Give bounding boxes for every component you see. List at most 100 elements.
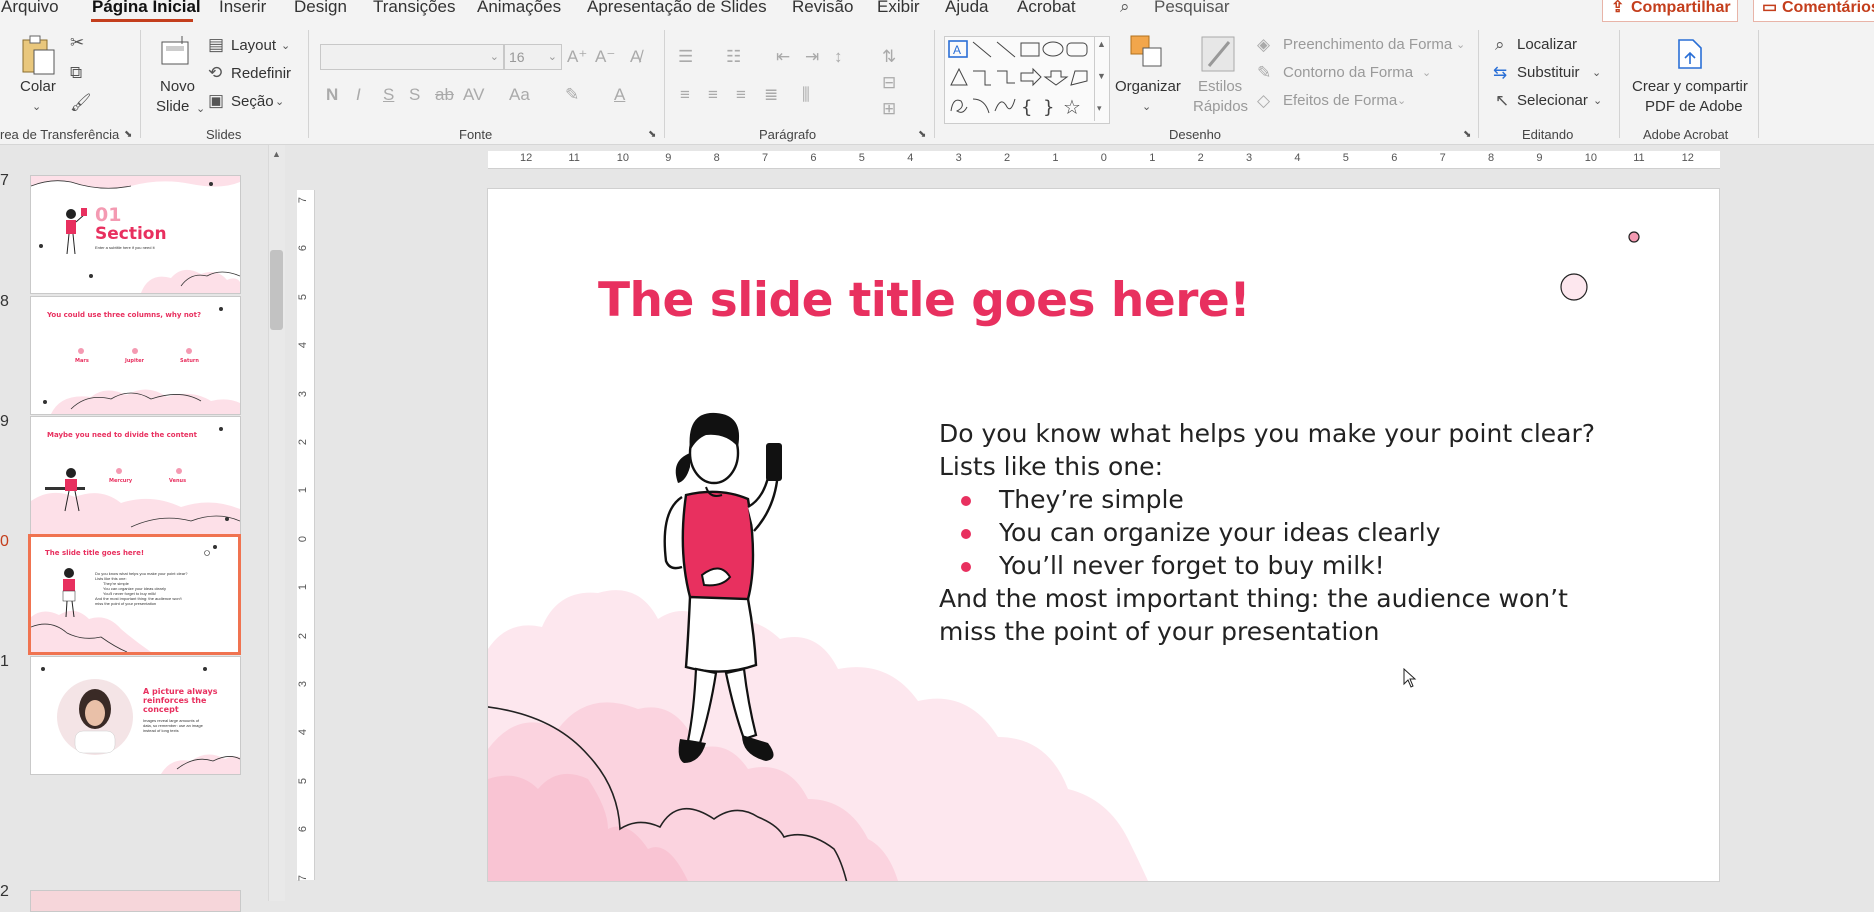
dialog-launcher-icon[interactable]: ⬊ (1463, 126, 1471, 144)
text-direction-icon[interactable]: ⇅ (882, 48, 896, 66)
align-right-icon[interactable]: ≡ (736, 86, 746, 104)
shapes-gallery[interactable]: A { } ☆ ▲ ▼ ▾ (944, 36, 1110, 124)
shape-fill-icon[interactable]: ◈ (1257, 36, 1270, 54)
chevron-down-icon[interactable]: ⌄ (196, 100, 205, 118)
menu-animacoes[interactable]: Animações (477, 0, 561, 17)
create-pdf-label-1[interactable]: Crear y compartir (1632, 78, 1748, 95)
slide[interactable]: The slide title goes here! Do you know w… (488, 189, 1719, 881)
new-slide-icon[interactable] (158, 36, 192, 70)
menu-inserir[interactable]: Inserir (219, 0, 266, 17)
paste-icon[interactable] (20, 34, 56, 76)
format-painter-icon[interactable]: 🖌 (70, 94, 92, 112)
slide-title[interactable]: The slide title goes here! (598, 273, 1251, 328)
chevron-down-icon[interactable]: ⌄ (1397, 92, 1406, 110)
change-case-button[interactable]: Aa (509, 86, 530, 104)
copy-icon[interactable]: ⧉ (70, 64, 82, 82)
justify-icon[interactable]: ≣ (764, 86, 778, 104)
align-left-icon[interactable]: ≡ (680, 86, 690, 104)
arrange-label[interactable]: Organizar (1115, 78, 1181, 95)
slide-body-textbox[interactable]: Do you know what helps you make your poi… (939, 417, 1595, 648)
cut-icon[interactable]: ✂ (70, 34, 84, 52)
font-name-combo[interactable]: ⌄ (320, 44, 504, 70)
font-color-icon[interactable]: A (614, 86, 625, 104)
line-spacing-icon[interactable]: ↕ (834, 48, 843, 66)
gallery-scroll[interactable]: ▲ ▼ ▾ (1094, 37, 1109, 121)
new-slide-label-2[interactable]: Slide (156, 98, 189, 115)
replace-icon[interactable]: ⇆ (1493, 64, 1507, 82)
quick-styles-label-1[interactable]: Estilos (1198, 78, 1242, 95)
search-box[interactable]: Pesquisar (1154, 0, 1230, 17)
align-text-icon[interactable]: ⊟ (882, 74, 896, 92)
shadow-button[interactable]: S (409, 86, 420, 104)
clear-format-icon[interactable]: A̸ (630, 48, 641, 66)
comments-button[interactable]: ▭ Comentários (1753, 0, 1874, 22)
chevron-down-icon[interactable]: ⌄ (1593, 92, 1602, 110)
create-pdf-label-2[interactable]: PDF de Adobe (1645, 98, 1743, 115)
find-button[interactable]: Localizar (1517, 36, 1577, 53)
increase-indent-icon[interactable]: ⇥ (805, 48, 819, 66)
font-size-combo[interactable]: 16 ⌄ (504, 44, 562, 70)
menu-revisao[interactable]: Revisão (792, 0, 853, 17)
share-button[interactable]: ⇪ Compartilhar (1602, 0, 1738, 22)
chevron-down-icon[interactable]: ⌄ (275, 93, 284, 111)
replace-button[interactable]: Substituir (1517, 64, 1580, 81)
search-icon[interactable]: ⌕ (1120, 0, 1130, 17)
menu-exibir[interactable]: Exibir (877, 0, 920, 17)
italic-button[interactable]: I (356, 86, 361, 104)
layout-icon[interactable]: ▤ (208, 36, 224, 54)
highlight-icon[interactable]: ✎ (565, 86, 579, 104)
smartart-icon[interactable]: ⊞ (882, 100, 896, 118)
arrange-icon[interactable] (1129, 34, 1165, 70)
shape-effects-icon[interactable]: ◇ (1257, 92, 1270, 110)
chevron-down-icon[interactable]: ⌄ (1592, 64, 1601, 82)
bullets-icon[interactable]: ☰ (678, 48, 693, 66)
thumbnail-slide-8[interactable]: You could use three columns, why not? Ma… (30, 296, 241, 415)
dialog-launcher-icon[interactable]: ⬊ (124, 126, 132, 144)
section-button[interactable]: Seção (231, 93, 274, 110)
scrollbar-thumb[interactable] (270, 250, 283, 330)
find-icon[interactable]: ⌕ (1495, 36, 1505, 54)
strikethrough-button[interactable]: ab (435, 86, 454, 104)
chevron-up-icon[interactable]: ▲ (1097, 39, 1106, 49)
chevron-down-icon[interactable]: ⌄ (32, 98, 41, 116)
numbering-icon[interactable]: ☷ (726, 48, 741, 66)
thumbnail-slide-7[interactable]: 01 Section Enter a subtitle here if you … (30, 175, 241, 294)
chevron-down-icon[interactable]: ▼ (1097, 71, 1106, 81)
thumbnail-slide-12[interactable] (30, 890, 241, 912)
menu-arquivo[interactable]: Arquivo (1, 0, 59, 17)
section-icon[interactable]: ▣ (208, 92, 224, 110)
columns-icon[interactable]: ⫼ (802, 86, 810, 104)
new-slide-label-1[interactable]: Novo (160, 78, 195, 95)
vertical-ruler[interactable]: 7 6 5 4 3 2 1 0 1 2 3 4 5 6 7 (297, 190, 315, 881)
horizontal-ruler[interactable]: 12 11 10 9 8 7 6 5 4 3 2 1 0 1 2 3 4 5 6 7 8 9 10 11 12 (488, 151, 1720, 169)
thumbnail-slide-9[interactable]: Maybe you need to divide the content Mer… (30, 416, 241, 535)
thumbnail-slide-11[interactable]: A picture always reinforces the concept … (30, 656, 241, 775)
bold-button[interactable]: N (326, 86, 338, 104)
pdf-icon[interactable] (1675, 38, 1705, 70)
underline-button[interactable]: S (383, 86, 394, 104)
chevron-down-icon[interactable]: ⌄ (281, 37, 290, 55)
chevron-down-icon[interactable]: ⌄ (1422, 64, 1431, 82)
quick-styles-label-2[interactable]: Rápidos (1193, 98, 1248, 115)
dialog-launcher-icon[interactable]: ⬊ (648, 126, 656, 144)
shape-outline-icon[interactable]: ✎ (1257, 64, 1271, 82)
menu-ajuda[interactable]: Ajuda (945, 0, 988, 17)
reset-icon[interactable]: ⟲ (208, 64, 222, 82)
shape-effects-button[interactable]: Efeitos de Forma (1283, 92, 1397, 109)
align-center-icon[interactable]: ≡ (708, 86, 718, 104)
reset-button[interactable]: Redefinir (231, 65, 291, 82)
menu-design[interactable]: Design (294, 0, 347, 17)
menu-pagina-inicial[interactable]: Página Inicial (92, 0, 201, 17)
select-icon[interactable]: ↖ (1495, 92, 1509, 110)
chevron-down-icon[interactable]: ⌄ (1142, 98, 1151, 116)
dialog-launcher-icon[interactable]: ⬊ (918, 126, 926, 144)
shape-outline-button[interactable]: Contorno da Forma (1283, 64, 1413, 81)
scroll-up-icon[interactable]: ▲ (272, 149, 281, 159)
paste-label[interactable]: Colar (20, 78, 56, 95)
thumbnail-pane[interactable]: 7 01 Section Enter a subtitle here if yo… (0, 145, 268, 912)
layout-button[interactable]: Layout (231, 37, 276, 54)
gallery-more-icon[interactable]: ▾ (1097, 103, 1102, 114)
char-spacing-button[interactable]: AV (463, 86, 484, 104)
shape-fill-button[interactable]: Preenchimento da Forma (1283, 36, 1452, 53)
chevron-down-icon[interactable]: ⌄ (1456, 36, 1465, 54)
